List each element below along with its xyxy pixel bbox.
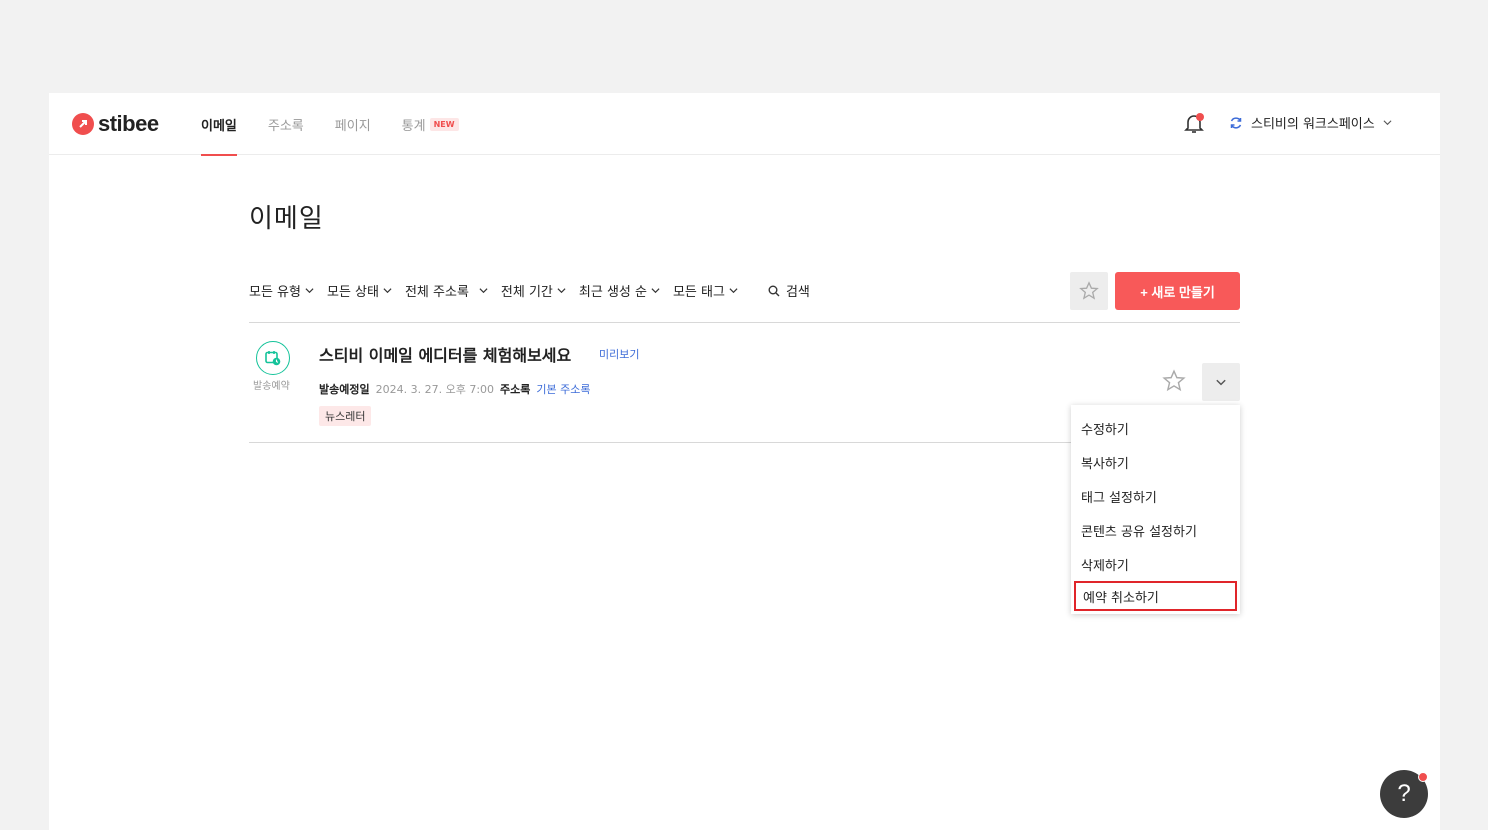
- email-tag: 뉴스레터: [319, 406, 372, 426]
- favorites-filter-button[interactable]: [1070, 272, 1108, 310]
- chevron-down-icon: [651, 288, 660, 294]
- filter-sort[interactable]: 최근 생성 순: [579, 281, 660, 300]
- chevron-down-icon: [729, 288, 738, 294]
- filter-label: 전체 주소록: [404, 285, 469, 300]
- address-book-label: 주소록: [500, 383, 531, 396]
- page-title: 이메일: [249, 204, 324, 234]
- chevron-down-icon: [1383, 120, 1392, 126]
- help-notification-dot: [1418, 772, 1428, 782]
- filter-bar: 모든 유형 모든 상태 전체 주소록 전체 기간 최근 생성 순 모든 태그 검…: [249, 281, 810, 300]
- chevron-down-icon: [479, 288, 488, 294]
- favorite-button[interactable]: [1162, 369, 1186, 393]
- email-actions-menu: 수정하기 복사하기 태그 설정하기 콘텐츠 공유 설정하기 삭제하기 예약 취소…: [1071, 405, 1240, 614]
- help-label: ?: [1397, 780, 1411, 807]
- filter-tag[interactable]: 모든 태그: [673, 281, 738, 300]
- nav-item-address-book[interactable]: 주소록: [268, 93, 304, 155]
- chevron-down-icon: [1216, 379, 1226, 386]
- refresh-icon: [1230, 116, 1242, 129]
- filter-type[interactable]: 모든 유형: [249, 281, 314, 300]
- filter-status[interactable]: 모든 상태: [327, 281, 392, 300]
- chevron-down-icon: [557, 288, 566, 294]
- more-options-button[interactable]: [1202, 363, 1240, 401]
- filter-period[interactable]: 전체 기간: [501, 281, 566, 300]
- menu-item-tag-settings[interactable]: 태그 설정하기: [1071, 479, 1240, 513]
- logo-mark-icon: [72, 113, 94, 135]
- scheduled-date-label: 발송예정일: [319, 383, 370, 396]
- nav-item-label: 주소록: [267, 118, 304, 134]
- top-navigation-bar: stibee 이메일 주소록 페이지 통계 NEW 스티비의 워크스페이스: [49, 93, 1440, 156]
- stibee-logo[interactable]: stibee: [72, 111, 159, 137]
- menu-item-cancel-schedule[interactable]: 예약 취소하기: [1074, 581, 1237, 611]
- scheduled-status-icon: [256, 341, 290, 375]
- workspace-name: 스티비의 워크스페이스: [1251, 117, 1375, 132]
- app-window: stibee 이메일 주소록 페이지 통계 NEW 스티비의 워크스페이스 이메…: [49, 93, 1440, 830]
- address-book-link[interactable]: 기본 주소록: [536, 381, 590, 397]
- search-label: 검색: [785, 285, 810, 300]
- chevron-down-icon: [383, 288, 392, 294]
- status-label: 발송예약: [253, 381, 290, 392]
- filter-label: 최근 생성 순: [578, 285, 647, 300]
- email-title[interactable]: 스티비 이메일 에디터를 체험해보세요: [319, 342, 571, 366]
- workspace-switcher[interactable]: 스티비의 워크스페이스: [1229, 113, 1392, 132]
- nav-item-label: 페이지: [334, 118, 371, 134]
- star-icon: [1079, 281, 1099, 300]
- logo-text: stibee: [98, 111, 159, 136]
- filter-label: 모든 상태: [326, 285, 379, 300]
- menu-item-copy[interactable]: 복사하기: [1071, 445, 1240, 479]
- search-button[interactable]: 검색: [768, 281, 810, 300]
- scheduled-date-value: 2024. 3. 27. 오후 7:00: [375, 383, 495, 396]
- filter-label: 전체 기간: [500, 285, 553, 300]
- chevron-down-icon: [305, 288, 314, 294]
- main-nav: 이메일 주소록 페이지 통계 NEW: [201, 93, 490, 156]
- filter-address-book[interactable]: 전체 주소록: [405, 281, 488, 300]
- nav-item-label: 이메일: [201, 118, 237, 134]
- search-icon: [768, 285, 780, 296]
- menu-item-delete[interactable]: 삭제하기: [1071, 547, 1240, 581]
- help-button[interactable]: ?: [1380, 770, 1428, 818]
- filter-label: 모든 태그: [672, 285, 725, 300]
- new-badge: NEW: [429, 117, 459, 131]
- email-meta: 발송예정일 2024. 3. 27. 오후 7:00 주소록 기본 주소록: [319, 381, 591, 397]
- nav-item-page[interactable]: 페이지: [335, 93, 371, 155]
- list-divider: [249, 322, 1240, 323]
- nav-item-stats[interactable]: 통계 NEW: [402, 93, 459, 155]
- calendar-clock-icon: [265, 351, 281, 366]
- notification-dot: [1196, 113, 1204, 121]
- nav-item-email[interactable]: 이메일: [201, 93, 237, 156]
- filter-label: 모든 유형: [249, 285, 301, 300]
- nav-item-label: 통계: [401, 118, 426, 134]
- menu-item-edit[interactable]: 수정하기: [1071, 411, 1240, 445]
- star-icon: [1162, 369, 1186, 392]
- menu-item-share-settings[interactable]: 콘텐츠 공유 설정하기: [1071, 513, 1240, 547]
- preview-link[interactable]: 미리보기: [599, 346, 639, 362]
- create-new-button[interactable]: + 새로 만들기: [1115, 272, 1240, 310]
- notification-button[interactable]: [1184, 113, 1204, 135]
